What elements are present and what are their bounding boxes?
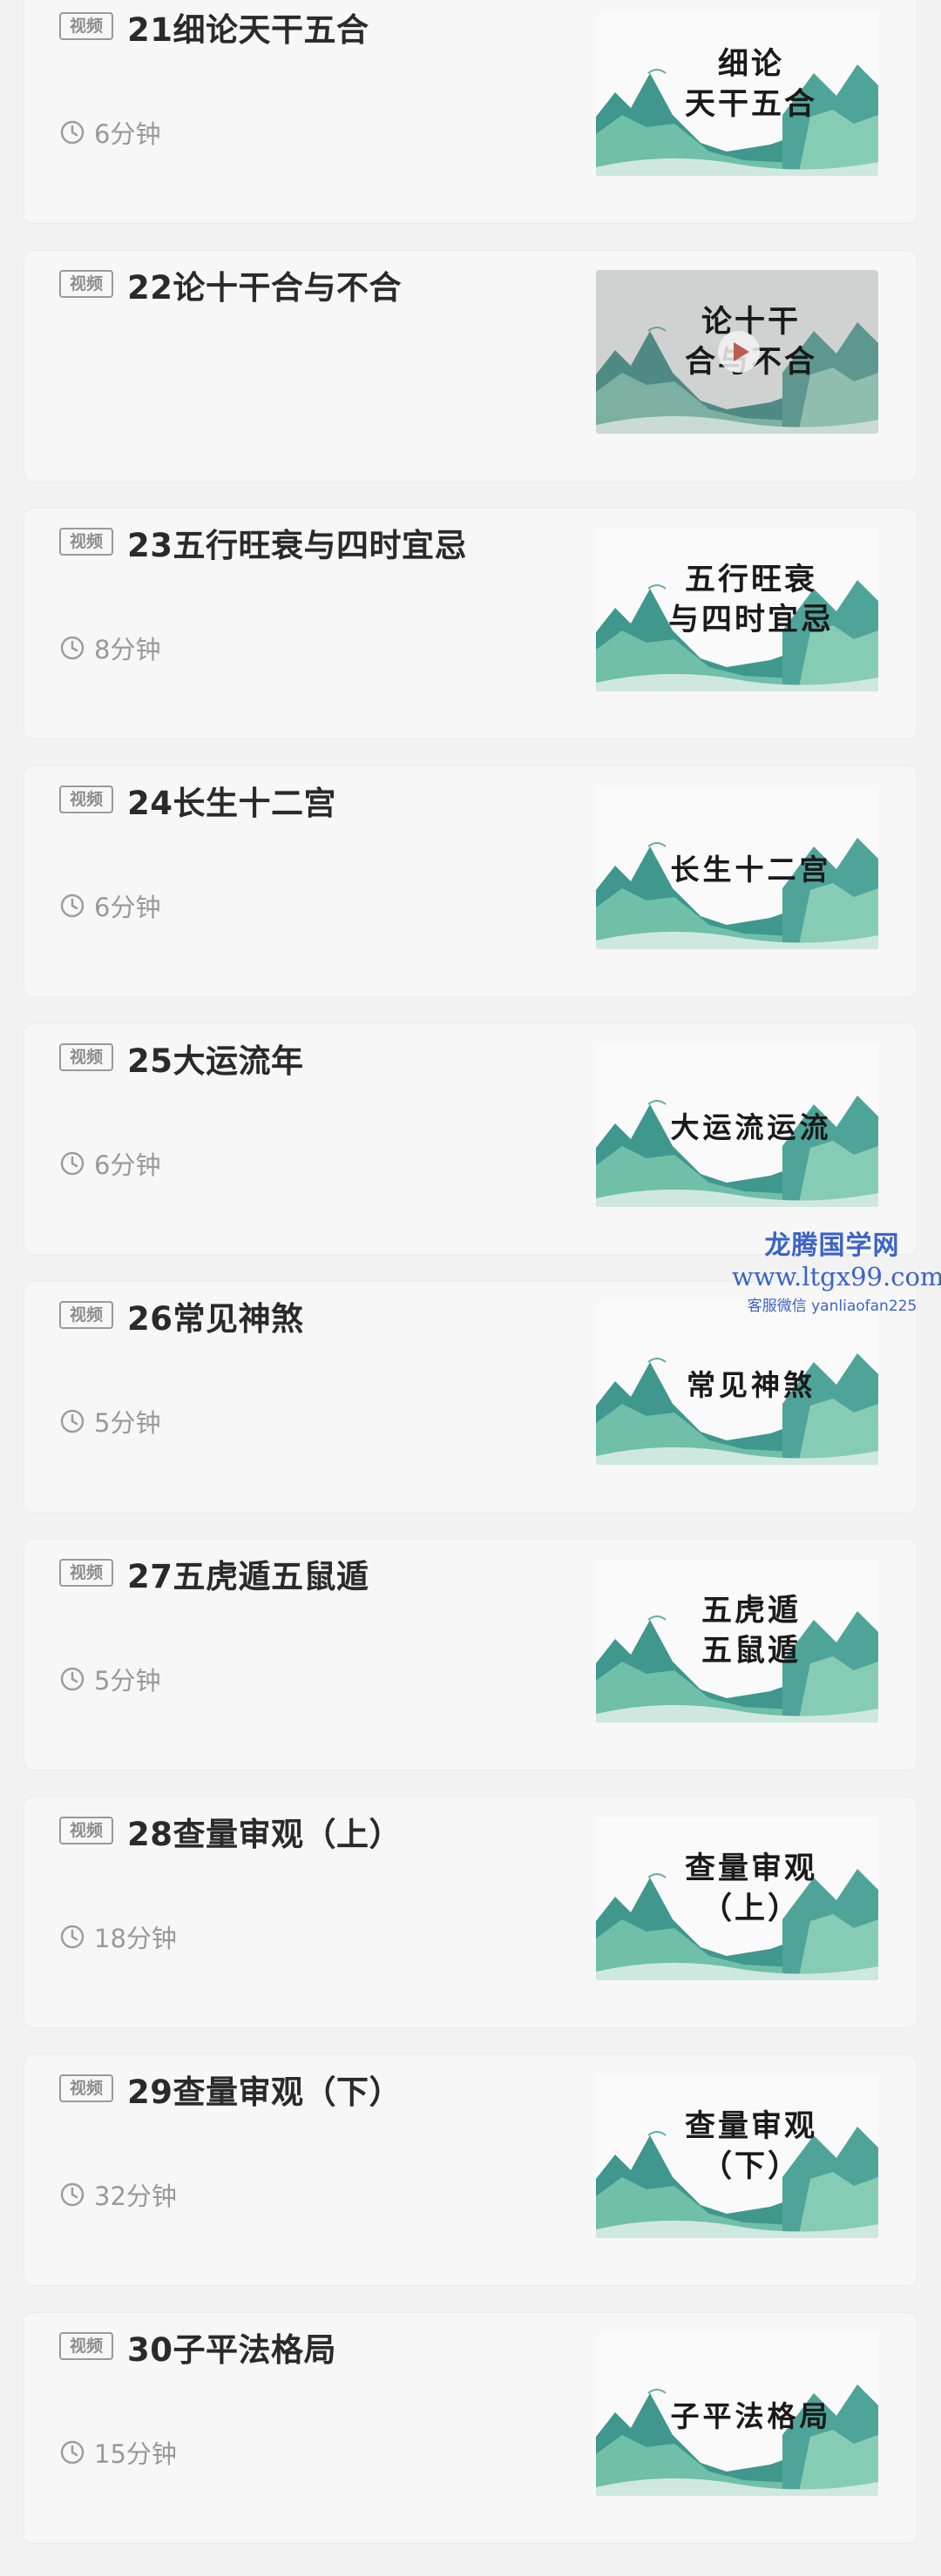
clock-icon bbox=[60, 1151, 85, 1176]
duration-label: 32分钟 bbox=[94, 2182, 177, 2211]
lesson-duration: 6分钟 bbox=[59, 888, 160, 923]
watermark-service: 客服微信 yanliaofan225 bbox=[747, 1298, 917, 1315]
lesson-card[interactable]: 视频 27五虎遁五鼠遁 5分钟 五虎遁 五鼠遁 bbox=[24, 1540, 917, 1770]
lesson-duration: 5分钟 bbox=[59, 1404, 160, 1439]
thumbnail-caption: 五虎遁 五鼠遁 bbox=[701, 1593, 801, 1669]
watermark-name: 龙腾国学网 bbox=[764, 1231, 900, 1261]
clock-icon bbox=[60, 1925, 85, 1949]
lesson-thumbnail[interactable]: 五虎遁 五鼠遁 bbox=[596, 1559, 878, 1723]
lesson-title: 25大运流年 bbox=[127, 1042, 304, 1080]
lesson-card[interactable]: 视频 28查量审观（上） 18分钟 查量审观 （上） bbox=[24, 1797, 917, 2027]
duration-label: 5分钟 bbox=[94, 1666, 161, 1696]
video-tag: 视频 bbox=[59, 2074, 113, 2102]
lesson-duration: 18分钟 bbox=[59, 1919, 177, 1954]
thumbnail-caption: 长生十二宫 bbox=[670, 853, 832, 887]
thumbnail-caption: 常见神煞 bbox=[687, 1368, 816, 1402]
lesson-duration: 32分钟 bbox=[59, 2177, 177, 2212]
thumbnail-caption: 子平法格局 bbox=[670, 2399, 832, 2433]
lesson-thumbnail[interactable]: 长生十二宫 bbox=[596, 786, 878, 949]
lesson-card[interactable]: 视频 22论十干合与不合 论十干 合与不合 bbox=[24, 251, 917, 481]
lesson-duration: 6分钟 bbox=[59, 1146, 160, 1181]
lesson-card[interactable]: 视频 24长生十二宫 6分钟 长生十二宫 bbox=[24, 766, 917, 996]
lesson-title: 28查量审观（上） bbox=[127, 1816, 402, 1853]
clock-icon bbox=[60, 636, 85, 660]
thumbnail-caption: 细论 天干五合 bbox=[684, 46, 817, 122]
lesson-duration: 6分钟 bbox=[59, 115, 160, 150]
duration-label: 15分钟 bbox=[94, 2439, 177, 2469]
lesson-thumbnail[interactable]: 大运流运流 bbox=[596, 1043, 878, 1207]
duration-label: 18分钟 bbox=[94, 1924, 177, 1953]
lesson-title: 26常见神煞 bbox=[127, 1300, 304, 1338]
lesson-duration: 15分钟 bbox=[59, 2435, 177, 2470]
clock-icon bbox=[60, 894, 85, 918]
watermark: 龙腾国学网 www.ltgx99.com 客服微信 yanliaofan225 bbox=[732, 1224, 941, 1315]
clock-icon bbox=[60, 120, 85, 145]
video-tag: 视频 bbox=[59, 528, 113, 556]
duration-label: 5分钟 bbox=[94, 1408, 161, 1438]
lesson-card[interactable]: 视频 26常见神煞 5分钟 常见神煞 bbox=[24, 1282, 917, 1512]
lesson-thumbnail[interactable]: 细论 天干五合 bbox=[596, 12, 878, 176]
lesson-card[interactable]: 视频 30子平法格局 15分钟 子平法格局 bbox=[24, 2313, 917, 2543]
thumbnail-caption: 大运流运流 bbox=[670, 1110, 832, 1144]
lesson-title: 23五行旺衰与四时宜忌 bbox=[127, 527, 467, 564]
lesson-duration: 8分钟 bbox=[59, 631, 160, 665]
lesson-title: 29查量审观（下） bbox=[127, 2074, 402, 2111]
lesson-card[interactable]: 视频 25大运流年 6分钟 大运流运流 bbox=[24, 1024, 917, 1254]
lesson-title: 21细论天干五合 bbox=[127, 11, 369, 49]
lesson-card[interactable]: 视频 29查量审观（下） 32分钟 查量审观 （下） bbox=[24, 2055, 917, 2285]
lesson-card[interactable]: 视频 21细论天干五合 6分钟 细论 天干五合 bbox=[24, 0, 917, 223]
duration-label: 6分钟 bbox=[94, 893, 161, 922]
thumbnail-caption: 查量审观 （下） bbox=[684, 2108, 817, 2184]
clock-icon bbox=[60, 1409, 85, 1433]
clock-icon bbox=[60, 1667, 85, 1691]
watermark-url: www.ltgx99.com bbox=[732, 1262, 941, 1291]
duration-label: 6分钟 bbox=[94, 119, 161, 149]
duration-label: 8分钟 bbox=[94, 635, 161, 664]
clock-icon bbox=[60, 2440, 85, 2465]
lesson-thumbnail[interactable]: 论十干 合与不合 bbox=[596, 270, 878, 434]
video-tag: 视频 bbox=[59, 1301, 113, 1329]
lesson-thumbnail[interactable]: 五行旺衰 与四时宜忌 bbox=[596, 528, 878, 691]
lesson-title: 24长生十二宫 bbox=[127, 785, 336, 822]
clock-icon bbox=[60, 2182, 85, 2207]
video-tag: 视频 bbox=[59, 786, 113, 813]
video-tag: 视频 bbox=[59, 1817, 113, 1844]
lesson-title: 22论十干合与不合 bbox=[127, 269, 402, 307]
lesson-title: 30子平法格局 bbox=[127, 2331, 336, 2369]
duration-label: 6分钟 bbox=[94, 1150, 161, 1180]
play-icon[interactable] bbox=[718, 331, 760, 373]
lesson-title: 27五虎遁五鼠遁 bbox=[127, 1558, 369, 1595]
lesson-duration: 5分钟 bbox=[59, 1662, 160, 1696]
lesson-thumbnail[interactable]: 查量审观 （上） bbox=[596, 1817, 878, 1980]
lesson-thumbnail[interactable]: 子平法格局 bbox=[596, 2332, 878, 2496]
video-tag: 视频 bbox=[59, 12, 113, 40]
video-tag: 视频 bbox=[59, 1559, 113, 1587]
video-tag: 视频 bbox=[59, 270, 113, 298]
thumbnail-caption: 五行旺衰 与四时宜忌 bbox=[667, 562, 834, 637]
lesson-thumbnail[interactable]: 查量审观 （下） bbox=[596, 2074, 878, 2238]
lesson-card[interactable]: 视频 23五行旺衰与四时宜忌 8分钟 五行旺衰 与四时宜忌 bbox=[24, 509, 917, 738]
video-tag: 视频 bbox=[59, 1043, 113, 1071]
thumbnail-caption: 查量审观 （上） bbox=[684, 1851, 817, 1926]
lesson-thumbnail[interactable]: 常见神煞 bbox=[596, 1301, 878, 1465]
video-tag: 视频 bbox=[59, 2332, 113, 2360]
